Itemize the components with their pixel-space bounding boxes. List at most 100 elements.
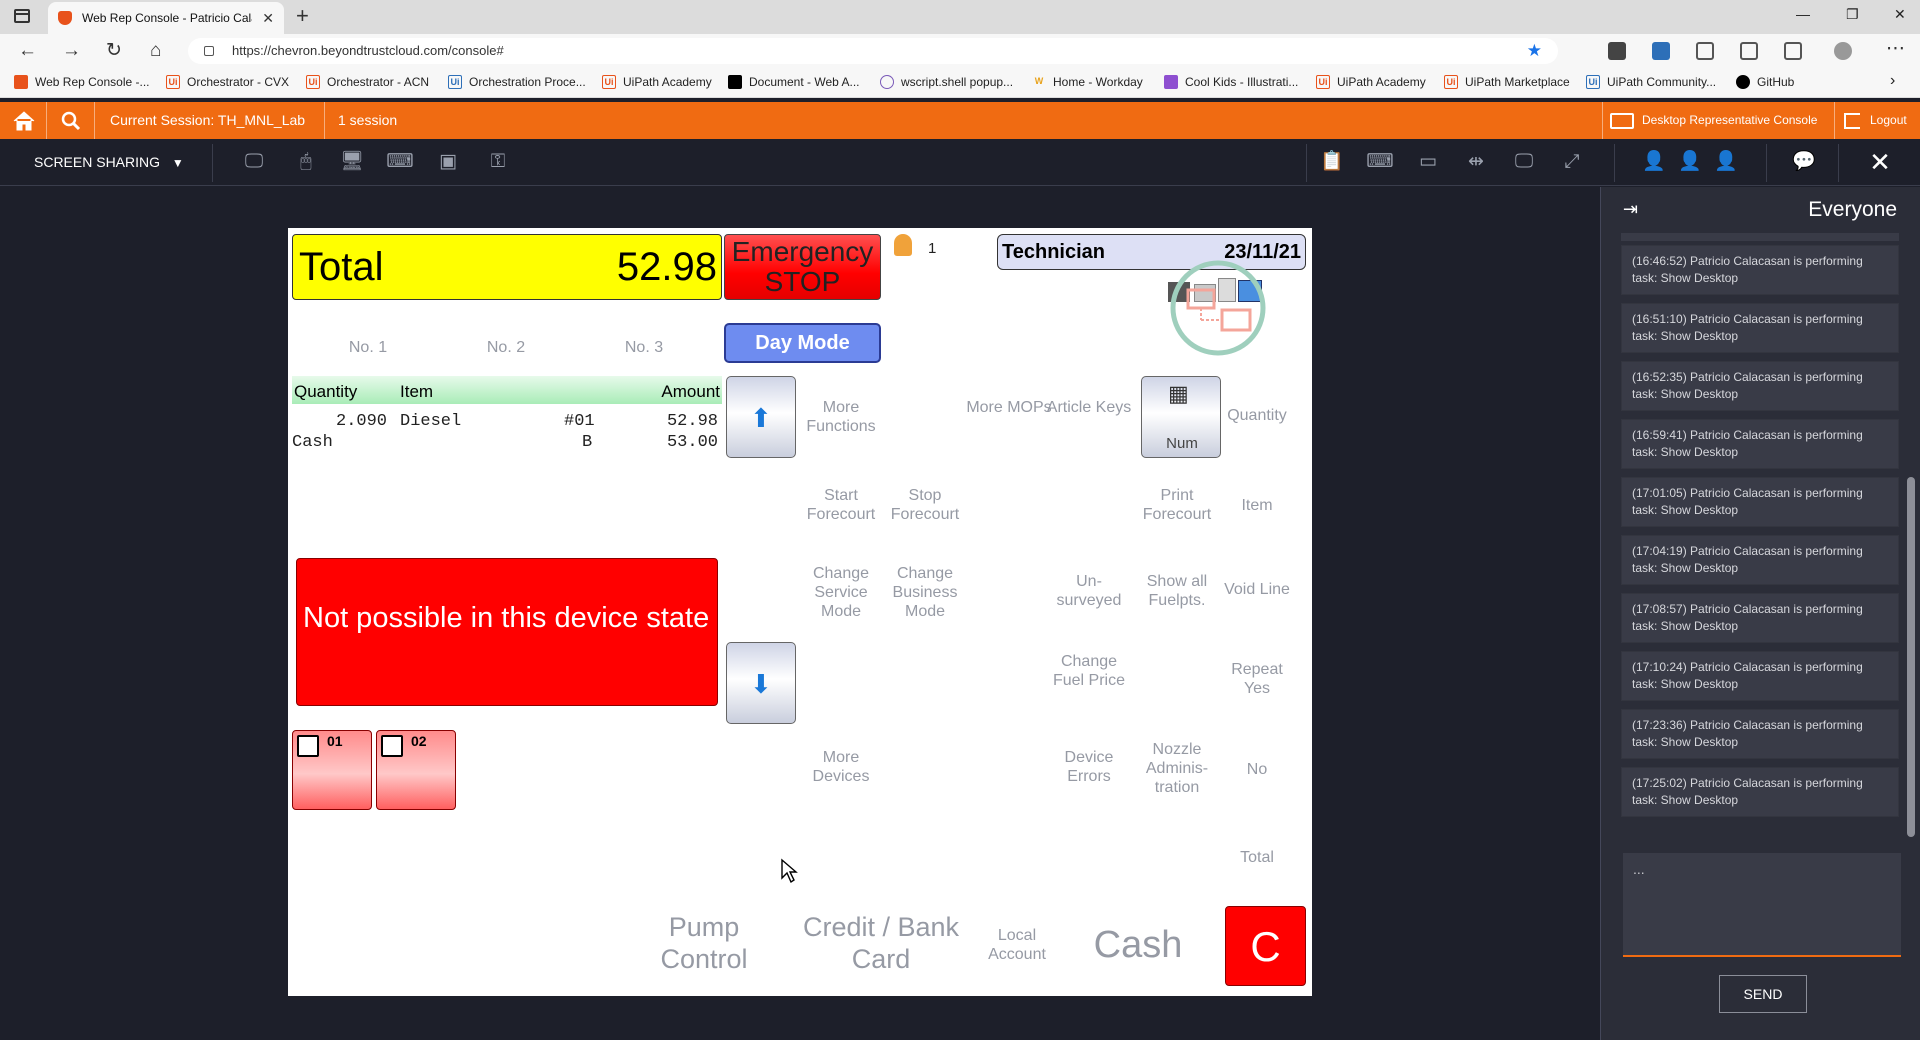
void-line-button[interactable]: Void Line xyxy=(1212,580,1302,599)
monitor-control-icon[interactable]: 🖵 xyxy=(240,151,268,173)
bookmark-item[interactable]: Ui UiPath Community... xyxy=(1586,75,1716,89)
show-all-fuelpoints-button[interactable]: Show all Fuelpts. xyxy=(1132,572,1222,610)
special-keys-icon[interactable]: ⌨ xyxy=(386,151,414,173)
unsurveyed-button[interactable]: Un- surveyed xyxy=(1048,572,1130,610)
monitor-icon[interactable]: 🖵 xyxy=(1510,151,1538,173)
local-account-button[interactable]: Local Account xyxy=(972,926,1062,964)
bookmark-item[interactable]: Web Rep Console -... xyxy=(14,75,150,89)
search-button[interactable] xyxy=(60,102,82,139)
nozzle-administration-button[interactable]: Nozzle Adminis- tration xyxy=(1132,740,1222,797)
new-tab-icon[interactable]: + xyxy=(296,4,309,28)
back-icon[interactable]: ← xyxy=(18,40,37,62)
pump-01-button[interactable]: 01 xyxy=(292,730,372,810)
more-menu-icon[interactable]: ⋯ xyxy=(1886,38,1905,60)
receipt-line[interactable]: Cash B 53.00 xyxy=(292,433,722,455)
receipt-line[interactable]: 2.090 Diesel #01 52.98 xyxy=(292,412,722,434)
collapse-panel-icon[interactable]: ⇥ xyxy=(1623,199,1638,220)
bookmark-item[interactable]: W Home - Workday xyxy=(1032,75,1143,89)
chat-scrollbar[interactable] xyxy=(1907,477,1915,837)
desktop-console-button[interactable]: Desktop Representative Console xyxy=(1610,102,1817,139)
bookmark-item[interactable]: Ui Orchestrator - ACN xyxy=(306,75,429,89)
device-errors-button[interactable]: Device Errors xyxy=(1044,748,1134,786)
bookmarks-overflow-icon[interactable]: › xyxy=(1890,72,1895,90)
display-icon[interactable]: ▭ xyxy=(1414,151,1442,173)
total-button[interactable]: Total xyxy=(1212,848,1302,867)
url-field[interactable]: https://chevron.beyondtrustcloud.com/con… xyxy=(188,38,1558,64)
change-fuel-price-button[interactable]: Change Fuel Price xyxy=(1044,652,1134,690)
more-functions-button[interactable]: More Functions xyxy=(796,398,886,436)
day-mode-button[interactable]: Day Mode xyxy=(724,323,881,363)
print-forecourt-button[interactable]: Print Forecourt xyxy=(1132,486,1222,524)
uipath-extension-icon[interactable] xyxy=(1652,42,1670,60)
change-business-mode-button[interactable]: Change Business Mode xyxy=(880,564,970,621)
clear-button[interactable]: C xyxy=(1225,906,1306,986)
cash-button[interactable]: Cash xyxy=(1068,923,1208,967)
scroll-down-button[interactable]: ⬇ xyxy=(726,642,796,724)
chat-input[interactable]: ... xyxy=(1623,853,1901,957)
bookmark-item[interactable]: Ui Orchestration Proce... xyxy=(448,75,586,89)
bookmark-item[interactable]: Ui UiPath Academy xyxy=(1316,75,1426,89)
change-service-mode-button[interactable]: Change Service Mode xyxy=(796,564,886,621)
tab-no-2[interactable]: No. 2 xyxy=(466,338,546,357)
stop-forecourt-button[interactable]: Stop Forecourt xyxy=(880,486,970,524)
more-devices-button[interactable]: More Devices xyxy=(796,748,886,786)
favorite-star-icon[interactable]: ★ xyxy=(1527,38,1542,64)
home-icon[interactable]: ⌂ xyxy=(150,40,161,62)
bookmark-item[interactable]: Ui Orchestrator - CVX xyxy=(166,75,289,89)
close-window-icon[interactable]: ✕ xyxy=(1894,6,1906,23)
scroll-up-button[interactable]: ⬆ xyxy=(726,376,796,458)
article-keys-button[interactable]: Article Keys xyxy=(1044,398,1134,417)
monitor-select-icon[interactable]: 🖥 xyxy=(338,151,366,173)
home-button[interactable] xyxy=(12,102,36,139)
collections-icon[interactable] xyxy=(1784,42,1802,60)
logout-button[interactable]: Logout xyxy=(1844,102,1907,139)
screen-capture-icon[interactable]: ▣ xyxy=(434,151,462,173)
item-button[interactable]: Item xyxy=(1212,496,1302,515)
tab-no-1[interactable]: No. 1 xyxy=(328,338,408,357)
start-forecourt-button[interactable]: Start Forecourt xyxy=(796,486,886,524)
bookmark-item[interactable]: Ui UiPath Academy xyxy=(602,75,712,89)
keyboard-icon[interactable]: ⌨ xyxy=(1366,151,1394,173)
user-settings-icon[interactable]: 👤 xyxy=(1640,151,1668,173)
pump-02-button[interactable]: 02 xyxy=(376,730,456,810)
minimize-icon[interactable]: — xyxy=(1796,6,1810,22)
puzzle-extension-icon[interactable] xyxy=(1696,42,1714,60)
close-session-icon[interactable]: ✕ xyxy=(1866,149,1894,175)
restore-icon[interactable]: ❐ xyxy=(1846,6,1859,23)
credit-bank-card-button[interactable]: Credit / Bank Card xyxy=(786,911,976,975)
repeat-yes-button[interactable]: Repeat Yes xyxy=(1222,660,1292,698)
remove-user-icon[interactable]: 👤 xyxy=(1712,151,1740,173)
mouse-control-icon[interactable]: 🖱 xyxy=(292,151,320,173)
tab-no-3[interactable]: No. 3 xyxy=(604,338,684,357)
bookmark-item[interactable]: Ui UiPath Marketplace xyxy=(1444,75,1570,89)
no-button[interactable]: No xyxy=(1212,760,1302,779)
add-user-icon[interactable]: 👤 xyxy=(1676,151,1704,173)
current-session[interactable]: Current Session: TH_MNL_Lab xyxy=(110,102,305,139)
extension-icon[interactable] xyxy=(1608,42,1626,60)
clipboard-icon[interactable]: 📋 xyxy=(1318,151,1346,173)
window-menu-icon[interactable] xyxy=(14,9,30,23)
favorites-icon[interactable] xyxy=(1740,42,1758,60)
privilege-key-icon[interactable]: ⚿ xyxy=(484,151,512,173)
num-button[interactable]: ▦ Num xyxy=(1141,376,1221,458)
browser-tab[interactable]: Web Rep Console - Patricio Calacasan ✕ xyxy=(48,2,284,34)
forward-icon[interactable]: → xyxy=(62,40,81,62)
bookmark-item[interactable]: Document - Web A... xyxy=(728,75,860,89)
screen-sharing-dropdown[interactable]: SCREEN SHARING ▼ xyxy=(34,154,184,170)
fullscreen-icon[interactable]: ⤢ xyxy=(1558,151,1586,173)
close-tab-icon[interactable]: ✕ xyxy=(262,10,274,27)
chat-icon[interactable]: 💬 xyxy=(1790,151,1818,173)
session-count[interactable]: 1 session xyxy=(338,102,397,139)
more-mops-button[interactable]: More MOPs xyxy=(964,398,1054,417)
send-button[interactable]: SEND xyxy=(1719,975,1807,1013)
profile-avatar-icon[interactable] xyxy=(1834,42,1852,60)
fit-screen-icon[interactable]: ⇹ xyxy=(1462,151,1490,173)
emergency-stop-button[interactable]: Emergency STOP xyxy=(724,234,881,300)
remote-screen[interactable]: Total 52.98 Emergency STOP 1 Technician … xyxy=(288,228,1312,996)
reload-icon[interactable]: ↻ xyxy=(106,40,122,62)
quantity-button[interactable]: Quantity xyxy=(1212,406,1302,425)
bookmark-item[interactable]: wscript.shell popup... xyxy=(880,75,1013,89)
pump-control-button[interactable]: Pump Control xyxy=(644,911,764,975)
bookmark-item[interactable]: GitHub xyxy=(1736,75,1794,89)
bookmark-item[interactable]: Cool Kids - Illustrati... xyxy=(1164,75,1298,89)
